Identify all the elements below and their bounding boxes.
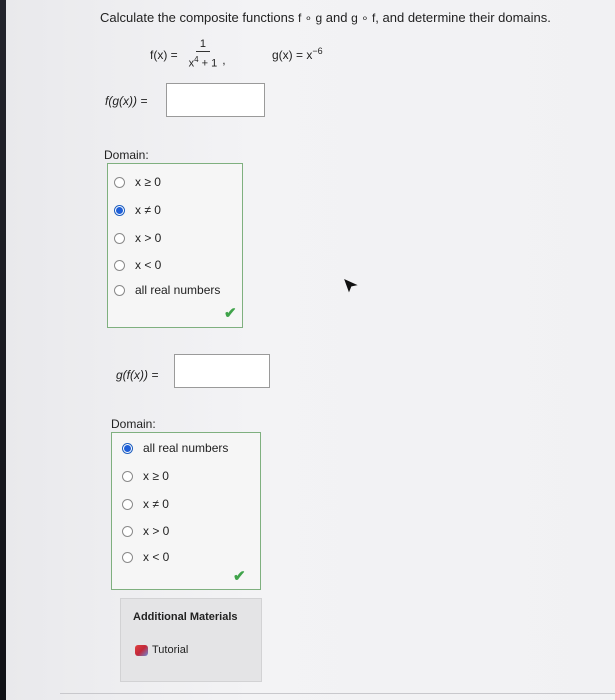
tutorial-link[interactable]: Tutorial	[135, 644, 188, 656]
gof-radio-3[interactable]	[122, 525, 133, 537]
fog-domain-option-2[interactable]: x > 0	[114, 231, 161, 245]
gof-radio-1[interactable]	[122, 470, 133, 482]
f-fraction: 1 x4 + 1	[186, 38, 221, 72]
question-suffix: , and determine their domains.	[375, 10, 551, 25]
gof-domain-option-3[interactable]: x > 0	[122, 524, 169, 538]
additional-materials-title: Additional Materials	[133, 611, 238, 623]
f-comma: ,	[222, 53, 226, 67]
question-prefix: Calculate the composite functions	[100, 10, 298, 25]
fog-option-4-label: all real numbers	[135, 283, 221, 297]
gof-option-3-label: x > 0	[143, 524, 170, 538]
fog-option-1-label: x ≠ 0	[135, 203, 161, 217]
f-denominator: x4 + 1	[186, 52, 221, 72]
gof-domain-option-4[interactable]: x < 0	[122, 550, 169, 564]
fog-domain-option-3[interactable]: x < 0	[114, 258, 161, 272]
gof-correct-check-icon: ✔	[233, 568, 246, 585]
fog-domain-option-4[interactable]: all real numbers	[114, 283, 220, 297]
gof-radio-2[interactable]	[122, 498, 133, 510]
gof-option-1-label: x ≥ 0	[143, 469, 169, 483]
fog-label: f(g(x)) =	[105, 94, 148, 108]
f-definition: f(x) = 1 x4 + 1 ,	[150, 37, 226, 73]
question-text: Calculate the composite functions f ∘ g …	[100, 10, 551, 25]
gof-option-0-label: all real numbers	[143, 441, 229, 455]
additional-materials-panel: Additional Materials Tutorial	[120, 598, 262, 682]
fog-symbol: f ∘ g	[298, 11, 323, 25]
gof-symbol: g ∘ f	[351, 11, 376, 25]
gof-domain-label: Domain:	[111, 417, 156, 431]
fog-domain-label: Domain:	[104, 148, 149, 162]
g-definition: g(x) = x−6	[272, 46, 323, 62]
gof-radio-0[interactable]	[122, 442, 133, 454]
fog-answer-input[interactable]	[166, 83, 265, 117]
fog-radio-0[interactable]	[114, 176, 125, 188]
gof-radio-4[interactable]	[122, 551, 133, 563]
gof-domain-option-1[interactable]: x ≥ 0	[122, 469, 169, 483]
g-label: g(x) = x	[272, 48, 313, 62]
gof-domain-option-2[interactable]: x ≠ 0	[122, 497, 169, 511]
fog-domain-option-0[interactable]: x ≥ 0	[114, 175, 161, 189]
fog-radio-1[interactable]	[114, 204, 125, 216]
f-numerator: 1	[195, 38, 211, 53]
mouse-cursor-icon	[344, 279, 358, 293]
fog-option-2-label: x > 0	[135, 231, 162, 245]
question-and: and	[322, 10, 352, 25]
tutorial-icon	[135, 644, 148, 656]
gof-label: g(f(x)) =	[116, 368, 159, 382]
screen-content	[6, 0, 615, 700]
divider	[60, 693, 615, 694]
fog-domain-option-1[interactable]: x ≠ 0	[114, 203, 161, 217]
f-label: f(x) =	[150, 48, 178, 62]
g-exponent: −6	[312, 46, 323, 56]
fog-option-0-label: x ≥ 0	[135, 175, 161, 189]
gof-option-4-label: x < 0	[143, 550, 170, 564]
fog-radio-4[interactable]	[114, 284, 125, 296]
gof-option-2-label: x ≠ 0	[143, 497, 169, 511]
fog-option-3-label: x < 0	[135, 258, 162, 272]
gof-answer-input[interactable]	[174, 354, 270, 388]
fog-radio-2[interactable]	[114, 232, 125, 244]
tutorial-label: Tutorial	[152, 644, 189, 656]
fog-radio-3[interactable]	[114, 259, 125, 271]
gof-domain-option-0[interactable]: all real numbers	[122, 441, 228, 455]
fog-correct-check-icon: ✔	[224, 305, 237, 322]
f-den-rest: + 1	[198, 57, 218, 70]
